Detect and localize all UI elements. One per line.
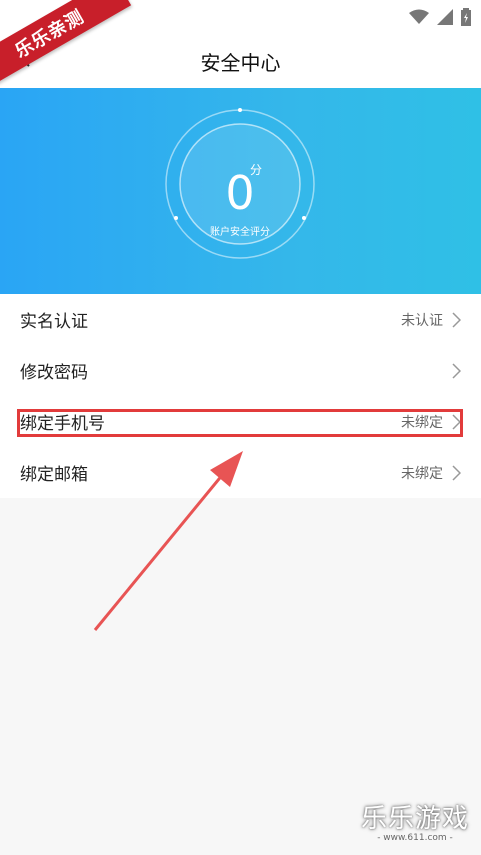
row-bind-email[interactable]: 绑定邮箱 未绑定 xyxy=(0,447,481,498)
status-icons xyxy=(409,8,471,26)
chevron-right-icon xyxy=(452,464,461,481)
signal-icon xyxy=(437,9,453,25)
watermark-text: 乐乐游戏 xyxy=(360,804,469,834)
battery-icon xyxy=(461,8,471,26)
row-change-password[interactable]: 修改密码 xyxy=(0,345,481,396)
row-label: 实名认证 xyxy=(20,312,88,332)
row-label: 绑定邮箱 xyxy=(20,465,88,485)
score-unit: 分 xyxy=(250,163,263,177)
row-status: 未认证 xyxy=(401,312,443,329)
title-bar: 安全中心 xyxy=(0,34,481,88)
row-label: 修改密码 xyxy=(20,363,88,383)
chevron-right-icon xyxy=(452,362,461,379)
score-label: 账户安全评分 xyxy=(210,227,270,238)
wifi-icon xyxy=(409,9,429,24)
security-score-panel: 0 分 账户安全评分 xyxy=(0,88,481,294)
security-options-list: 实名认证 未认证 修改密码 绑定手机号 未绑定 绑定邮箱 未绑定 xyxy=(0,294,481,498)
chevron-right-icon xyxy=(452,311,461,328)
highlight-annotation-box xyxy=(17,409,463,437)
row-status: 未绑定 xyxy=(401,465,443,482)
row-real-name-auth[interactable]: 实名认证 未认证 xyxy=(0,294,481,345)
watermark: 乐乐游戏 - www.611.com - xyxy=(361,798,469,843)
page-title: 安全中心 xyxy=(200,50,281,75)
